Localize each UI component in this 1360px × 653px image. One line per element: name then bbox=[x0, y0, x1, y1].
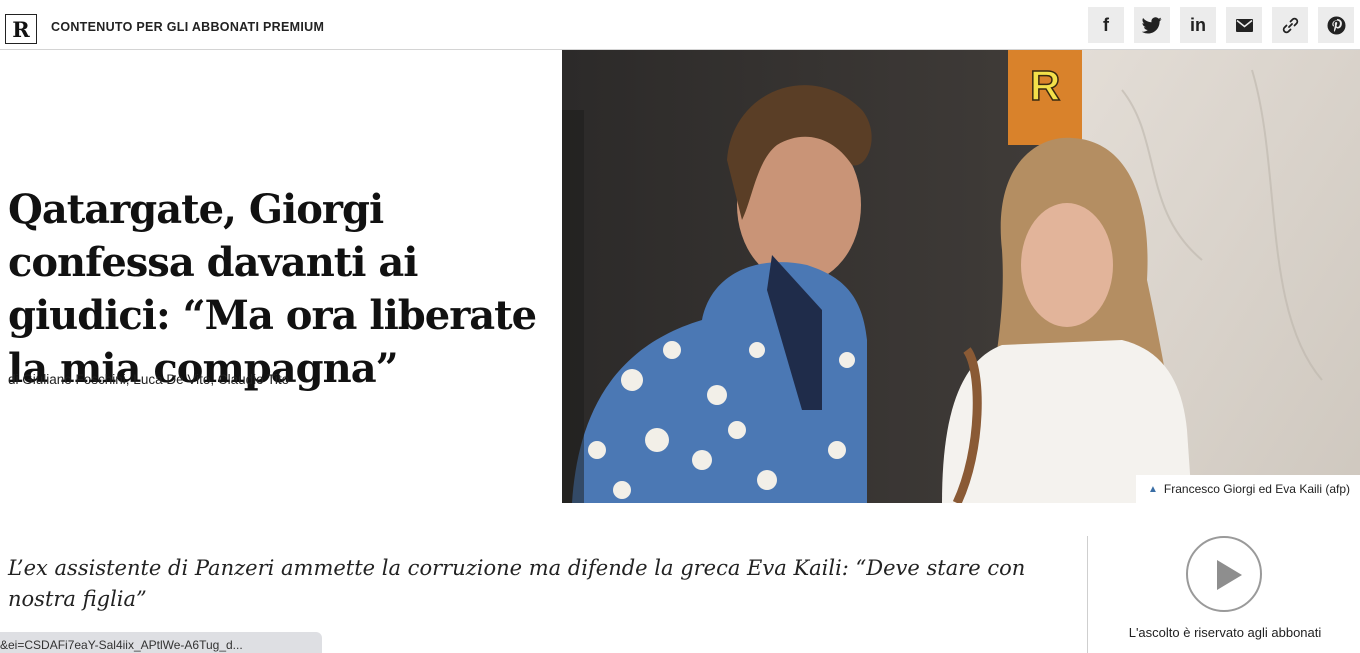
facebook-share-button[interactable]: f bbox=[1088, 7, 1124, 43]
share-toolbar: f in bbox=[1088, 7, 1354, 43]
status-url-bar: &ei=CSDAFi7eaY-Sal4iix_APtlWe-A6Tug_d... bbox=[0, 632, 322, 653]
article-headline: Qatargate, Giorgi confessa davanti ai gi… bbox=[8, 186, 537, 392]
audio-subscriber-note: L'ascolto è riservato agli abbonati bbox=[1128, 625, 1322, 640]
article-byline[interactable]: di Giuliano Foschini, Luca De Vito, Clau… bbox=[8, 372, 289, 387]
email-share-button[interactable] bbox=[1226, 7, 1262, 43]
premium-label: CONTENUTO PER GLI ABBONATI PREMIUM bbox=[51, 20, 325, 34]
svg-text:R: R bbox=[1030, 62, 1060, 109]
linkedin-share-button[interactable]: in bbox=[1180, 7, 1216, 43]
caption-text: Francesco Giorgi ed Eva Kaili (afp) bbox=[1163, 482, 1350, 496]
column-divider bbox=[1087, 536, 1088, 653]
pinterest-icon bbox=[1327, 16, 1346, 35]
twitter-icon bbox=[1142, 16, 1162, 34]
repubblica-logo[interactable]: R bbox=[5, 14, 37, 44]
audio-play-button[interactable] bbox=[1186, 536, 1262, 612]
link-icon bbox=[1282, 17, 1299, 34]
image-caption: ▲ Francesco Giorgi ed Eva Kaili (afp) bbox=[1136, 475, 1360, 503]
caption-arrow-icon: ▲ bbox=[1148, 483, 1158, 495]
top-bar: R CONTENUTO PER GLI ABBONATI PREMIUM f i… bbox=[0, 0, 1360, 50]
article-subtitle: L’ex assistente di Panzeri ammette la co… bbox=[8, 556, 1026, 611]
hero-image: R bbox=[562, 50, 1360, 503]
linkedin-icon: in bbox=[1190, 14, 1206, 35]
facebook-icon: f bbox=[1103, 14, 1109, 35]
twitter-share-button[interactable] bbox=[1134, 7, 1170, 43]
pinterest-share-button[interactable] bbox=[1318, 7, 1354, 43]
copy-link-button[interactable] bbox=[1272, 7, 1308, 43]
email-icon bbox=[1235, 18, 1253, 32]
